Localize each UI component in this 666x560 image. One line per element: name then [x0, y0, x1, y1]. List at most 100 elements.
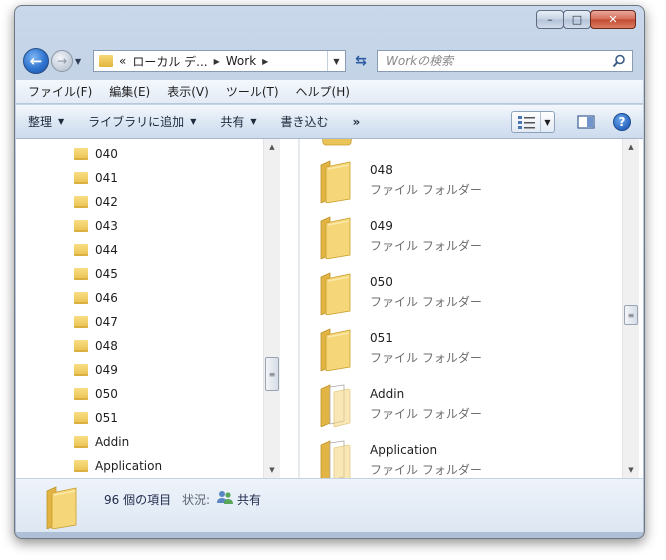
- organize-button[interactable]: 整理 ▼: [28, 113, 64, 130]
- folder-icon: [320, 328, 351, 371]
- menu-tools[interactable]: ツール(T): [226, 83, 279, 100]
- list-item[interactable]: 051 ファイル フォルダー: [318, 325, 598, 377]
- refresh-button[interactable]: ⇆: [349, 50, 373, 72]
- change-view-button[interactable]: ▼: [511, 111, 555, 133]
- tree-item-label: 045: [95, 267, 118, 281]
- tree-item[interactable]: 042: [74, 191, 118, 213]
- breadcrumb: « ローカル デ... ▶ Work ▶: [119, 53, 268, 70]
- add-to-library-label: ライブラリに追加: [88, 115, 185, 129]
- menu-edit[interactable]: 編集(E): [109, 83, 150, 100]
- chevron-right-icon[interactable]: ▶: [262, 57, 268, 66]
- tree-item-label: 042: [95, 195, 118, 209]
- organize-label: 整理: [28, 115, 53, 129]
- menu-bar: ファイル(F) 編集(E) 表示(V) ツール(T) ヘルプ(H): [16, 80, 643, 104]
- list-item[interactable]: Addin ファイル フォルダー: [318, 381, 598, 433]
- list-item[interactable]: 048 ファイル フォルダー: [318, 157, 598, 209]
- folder-icon: [74, 316, 88, 328]
- folder-icon: [74, 268, 88, 280]
- title-bar[interactable]: – □ ✕: [15, 6, 644, 44]
- menu-help[interactable]: ヘルプ(H): [296, 83, 350, 100]
- back-button[interactable]: ←: [23, 48, 49, 74]
- chevron-down-icon: ▼: [58, 117, 65, 126]
- scroll-down-arrow-icon[interactable]: ▼: [264, 462, 280, 478]
- menu-view[interactable]: 表示(V): [167, 83, 209, 100]
- tree-item-label: 051: [95, 411, 118, 425]
- folder-with-document-icon: [320, 440, 351, 478]
- tree-item[interactable]: 040: [74, 143, 118, 165]
- breadcrumb-local-disk[interactable]: ローカル デ...: [132, 53, 207, 70]
- navigation-pane-scrollbar[interactable]: ▲ ≡ ▼: [263, 139, 280, 478]
- list-item[interactable]: Application ファイル フォルダー: [318, 437, 598, 478]
- scrollbar-thumb[interactable]: ≡: [624, 305, 638, 325]
- folder-icon: [74, 460, 88, 472]
- tree-item[interactable]: Application: [74, 455, 162, 477]
- file-type: ファイル フォルダー: [370, 407, 482, 421]
- chevron-down-icon[interactable]: ▼: [540, 112, 554, 132]
- search-input[interactable]: [386, 54, 601, 68]
- minimize-button[interactable]: –: [536, 10, 564, 29]
- share-button[interactable]: 共有 ▼: [220, 113, 256, 130]
- folder-icon: [320, 272, 351, 315]
- chevron-down-icon: ▼: [250, 117, 257, 126]
- scroll-up-arrow-icon[interactable]: ▲: [264, 139, 280, 155]
- folder-icon: [74, 388, 88, 400]
- tree-item[interactable]: 041: [74, 167, 118, 189]
- tree-item[interactable]: 046: [74, 287, 118, 309]
- tree-item-label: 050: [95, 387, 118, 401]
- more-commands-button[interactable]: »: [353, 115, 361, 129]
- list-item[interactable]: 049 ファイル フォルダー: [318, 213, 598, 265]
- tree-item-label: 043: [95, 219, 118, 233]
- folder-icon: [320, 216, 351, 259]
- tree-item[interactable]: 044: [74, 239, 118, 261]
- folder-icon: [46, 486, 77, 529]
- preview-pane-icon[interactable]: [577, 114, 595, 130]
- status-label: 状況:: [182, 493, 211, 507]
- tree-item[interactable]: 049: [74, 359, 118, 381]
- details-pane: 96 個の項目 状況: 共有: [16, 478, 643, 532]
- chevron-right-icon[interactable]: ▶: [214, 57, 220, 66]
- tree-item[interactable]: 047: [74, 311, 118, 333]
- add-to-library-button[interactable]: ライブラリに追加 ▼: [88, 113, 196, 130]
- file-type: ファイル フォルダー: [370, 463, 482, 477]
- help-icon[interactable]: ?: [613, 113, 631, 131]
- menu-file[interactable]: ファイル(F): [28, 83, 92, 100]
- file-name: 048: [370, 163, 393, 177]
- tree-item[interactable]: 045: [74, 263, 118, 285]
- file-name: Addin: [370, 387, 405, 401]
- tree-item[interactable]: 048: [74, 335, 118, 357]
- tree-item-label: 048: [95, 339, 118, 353]
- scrollbar-thumb[interactable]: ≡: [265, 357, 279, 391]
- burn-button[interactable]: 書き込む: [281, 113, 329, 130]
- scroll-down-arrow-icon[interactable]: ▼: [623, 462, 639, 478]
- recent-pages-dropdown[interactable]: ▼: [75, 57, 85, 66]
- tree-item[interactable]: Addin: [74, 431, 129, 453]
- breadcrumb-work[interactable]: Work: [226, 54, 256, 68]
- folder-icon: [74, 220, 88, 232]
- breadcrumb-overflow[interactable]: «: [119, 54, 126, 68]
- folder-icon: [74, 172, 88, 184]
- scroll-up-arrow-icon[interactable]: ▲: [623, 139, 639, 155]
- close-button[interactable]: ✕: [590, 10, 636, 29]
- folder-icon: [74, 364, 88, 376]
- file-list-scrollbar[interactable]: ▲ ≡ ▼: [622, 139, 639, 478]
- file-type: ファイル フォルダー: [370, 351, 482, 365]
- list-item[interactable]: 050 ファイル フォルダー: [318, 269, 598, 321]
- folder-icon: [99, 55, 113, 67]
- forward-button[interactable]: →: [51, 50, 73, 72]
- navigation-pane[interactable]: 040 041 042 043 044 045 046 047 048 049 …: [16, 139, 281, 478]
- address-bar[interactable]: « ローカル デ... ▶ Work ▶ ▼: [93, 50, 346, 72]
- tree-item[interactable]: 051: [74, 407, 118, 429]
- maximize-button[interactable]: □: [563, 10, 591, 29]
- address-history-dropdown[interactable]: ▼: [327, 51, 345, 71]
- file-type: ファイル フォルダー: [370, 295, 482, 309]
- search-box[interactable]: [377, 50, 633, 72]
- tree-item[interactable]: 050: [74, 383, 118, 405]
- item-count: 96 個の項目: [104, 493, 172, 507]
- file-list[interactable]: 048 ファイル フォルダー 049 ファイル フォルダー 050 ファイル フ…: [300, 139, 622, 478]
- chevron-down-icon: ▼: [190, 117, 197, 126]
- search-icon[interactable]: [612, 54, 626, 68]
- folder-icon: [74, 340, 88, 352]
- folder-icon: [74, 412, 88, 424]
- tree-item[interactable]: 043: [74, 215, 118, 237]
- tree-item-label: Addin: [95, 435, 130, 449]
